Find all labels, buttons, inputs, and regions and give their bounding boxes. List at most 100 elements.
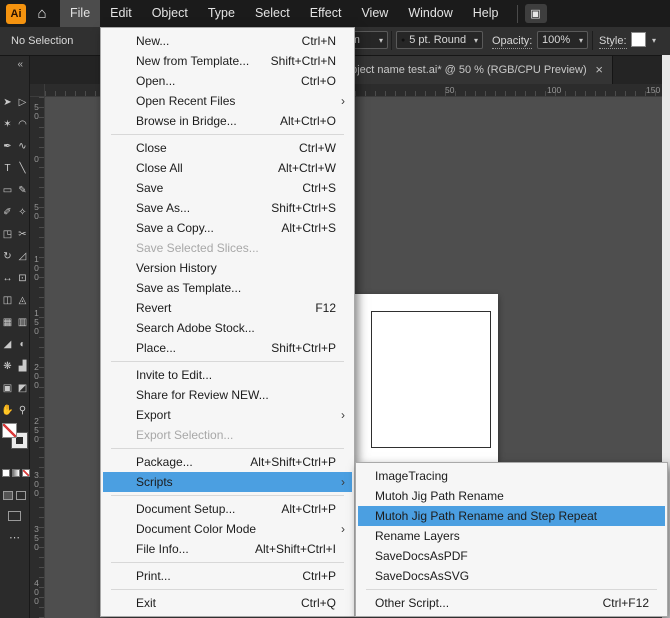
- jig-rectangle-path[interactable]: [371, 311, 491, 448]
- menubar-item[interactable]: Type: [198, 0, 245, 27]
- file-menu-item[interactable]: Version History ›: [103, 258, 352, 278]
- close-tab-icon[interactable]: ×: [595, 62, 603, 77]
- screen-mode-button[interactable]: [8, 511, 21, 521]
- file-menu-item[interactable]: Save as Template... ›: [103, 278, 352, 298]
- file-menu-item[interactable]: File Info... Alt+Shift+Ctrl+I ›: [103, 539, 352, 559]
- scripts-submenu-item[interactable]: Rename Layers ›: [358, 526, 665, 546]
- menubar-item[interactable]: Select: [245, 0, 300, 27]
- file-menu-item[interactable]: Close Ctrl+W ›: [103, 138, 352, 158]
- eraser-tool[interactable]: ◳: [0, 223, 15, 245]
- file-menu-item[interactable]: Place... Shift+Ctrl+P ›: [103, 338, 352, 358]
- magic-wand-tool[interactable]: ✶: [0, 113, 15, 135]
- menu-separator: ›: [111, 562, 344, 563]
- scripts-submenu-item[interactable]: SaveDocsAsSVG ›: [358, 566, 665, 586]
- illustrator-logo[interactable]: Ai: [6, 3, 26, 24]
- free-transform-tool[interactable]: ⊡: [15, 267, 30, 289]
- file-menu-item[interactable]: Document Setup... Alt+Ctrl+P ›: [103, 499, 352, 519]
- file-menu-item[interactable]: Search Adobe Stock... ›: [103, 318, 352, 338]
- menu-bar: Ai ⌂ File Edit Object Type Select Effect…: [0, 0, 670, 27]
- edit-toolbar-icon[interactable]: ⋯: [9, 531, 20, 544]
- file-menu-item[interactable]: Print... Ctrl+P ›: [103, 566, 352, 586]
- mesh-tool[interactable]: ▦: [0, 311, 15, 333]
- file-menu-item[interactable]: Scripts ›: [103, 472, 352, 492]
- slice-tool[interactable]: ◩: [15, 377, 30, 399]
- file-menu-item[interactable]: Share for Review NEW... ›: [103, 385, 352, 405]
- brush-dropdown[interactable]: ● 5 pt. Round ▾: [396, 31, 483, 49]
- file-menu-item[interactable]: Close All Alt+Ctrl+W ›: [103, 158, 352, 178]
- file-menu-item[interactable]: Invite to Edit... ›: [103, 365, 352, 385]
- shaper-tool[interactable]: ✧: [15, 201, 30, 223]
- gradient-tool[interactable]: ▥: [15, 311, 30, 333]
- scripts-submenu-item[interactable]: Other Script... Ctrl+F12 ›: [358, 593, 665, 613]
- file-menu-item[interactable]: Save Selected Slices... ›: [103, 238, 352, 258]
- direct-selection-tool[interactable]: ▷: [15, 91, 30, 113]
- scripts-submenu-item[interactable]: Mutoh Jig Path Rename and Step Repeat ›: [358, 506, 665, 526]
- rectangle-tool[interactable]: ▭: [0, 179, 15, 201]
- file-menu-item[interactable]: New... Ctrl+N ›: [103, 31, 352, 51]
- menubar-item[interactable]: Help: [463, 0, 509, 27]
- menubar-item[interactable]: File: [60, 0, 101, 27]
- file-menu-item[interactable]: Save As... Shift+Ctrl+S ›: [103, 198, 352, 218]
- curvature-tool[interactable]: ∿: [15, 135, 30, 157]
- none-button[interactable]: [22, 469, 30, 477]
- scripts-submenu-item[interactable]: ImageTracing ›: [358, 466, 665, 486]
- menubar-item[interactable]: View: [351, 0, 398, 27]
- artboard-tool[interactable]: ▣: [0, 377, 15, 399]
- blend-tool[interactable]: ◐: [15, 333, 30, 355]
- fill-none-swatch[interactable]: [2, 423, 17, 438]
- draw-normal-button[interactable]: [3, 491, 13, 500]
- file-menu-item[interactable]: Open... Ctrl+O ›: [103, 71, 352, 91]
- chevron-down-icon[interactable]: ▾: [652, 36, 656, 45]
- file-menu-item[interactable]: Browse in Bridge... Alt+Ctrl+O ›: [103, 111, 352, 131]
- opacity-dropdown[interactable]: 100% ▾: [537, 31, 588, 49]
- file-menu-item[interactable]: New from Template... Shift+Ctrl+N ›: [103, 51, 352, 71]
- ruler-label: 50: [445, 85, 455, 95]
- perspective-grid-tool[interactable]: ◬: [15, 289, 30, 311]
- document-tab[interactable]: object name test.ai* @ 50 % (RGB/CPU Pre…: [336, 55, 613, 84]
- file-menu-item[interactable]: Save Ctrl+S ›: [103, 178, 352, 198]
- scale-tool[interactable]: ◿: [15, 245, 30, 267]
- eyedropper-tool[interactable]: ◢: [0, 333, 15, 355]
- application-window: object name test.ai* @ 50 % (RGB/CPU Pre…: [0, 0, 670, 618]
- file-menu-item[interactable]: Package... Alt+Shift+Ctrl+P ›: [103, 452, 352, 472]
- pen-tool[interactable]: ✒: [0, 135, 15, 157]
- menubar-item[interactable]: Effect: [300, 0, 352, 27]
- width-tool[interactable]: ↔: [0, 267, 15, 289]
- line-segment-tool[interactable]: ╲: [15, 157, 30, 179]
- arrange-documents-icon[interactable]: ▣: [524, 4, 547, 23]
- color-button[interactable]: [2, 469, 10, 477]
- paintbrush-tool[interactable]: ✎: [15, 179, 30, 201]
- collapse-panel-icon[interactable]: «: [17, 59, 23, 70]
- pencil-tool[interactable]: ✐: [0, 201, 15, 223]
- type-tool[interactable]: T: [0, 157, 15, 179]
- menubar-item[interactable]: Window: [398, 0, 462, 27]
- draw-behind-button[interactable]: [16, 491, 26, 500]
- file-menu-item[interactable]: Open Recent Files ›: [103, 91, 352, 111]
- file-menu-item[interactable]: Revert F12 ›: [103, 298, 352, 318]
- symbol-sprayer-tool[interactable]: ❋: [0, 355, 15, 377]
- selection-tool[interactable]: ➤: [0, 91, 15, 113]
- file-menu-item[interactable]: Export Selection... ›: [103, 425, 352, 445]
- shape-builder-tool[interactable]: ◫: [0, 289, 15, 311]
- file-menu-item[interactable]: Export ›: [103, 405, 352, 425]
- file-menu-item[interactable]: Save a Copy... Alt+Ctrl+S ›: [103, 218, 352, 238]
- hand-tool[interactable]: ✋: [0, 399, 15, 421]
- artboard[interactable]: [345, 294, 498, 463]
- opacity-label[interactable]: Opacity:: [492, 35, 533, 49]
- scissors-tool[interactable]: ✂: [15, 223, 30, 245]
- file-menu-item[interactable]: Document Color Mode ›: [103, 519, 352, 539]
- scripts-submenu-item[interactable]: SaveDocsAsPDF ›: [358, 546, 665, 566]
- lasso-tool[interactable]: ◠: [15, 113, 30, 135]
- scripts-submenu-item[interactable]: Mutoh Jig Path Rename ›: [358, 486, 665, 506]
- zoom-tool[interactable]: ⚲: [15, 399, 30, 421]
- style-label[interactable]: Style:: [599, 35, 627, 49]
- rotate-tool[interactable]: ↻: [0, 245, 15, 267]
- gradient-button[interactable]: [12, 469, 20, 477]
- column-graph-tool[interactable]: ▟: [15, 355, 30, 377]
- style-swatch[interactable]: [631, 32, 646, 47]
- menubar-item[interactable]: Object: [142, 0, 198, 27]
- home-icon[interactable]: ⌂: [32, 4, 52, 24]
- menubar-item[interactable]: Edit: [100, 0, 142, 27]
- menu-separator: ›: [111, 589, 344, 590]
- file-menu-item[interactable]: Exit Ctrl+Q ›: [103, 593, 352, 613]
